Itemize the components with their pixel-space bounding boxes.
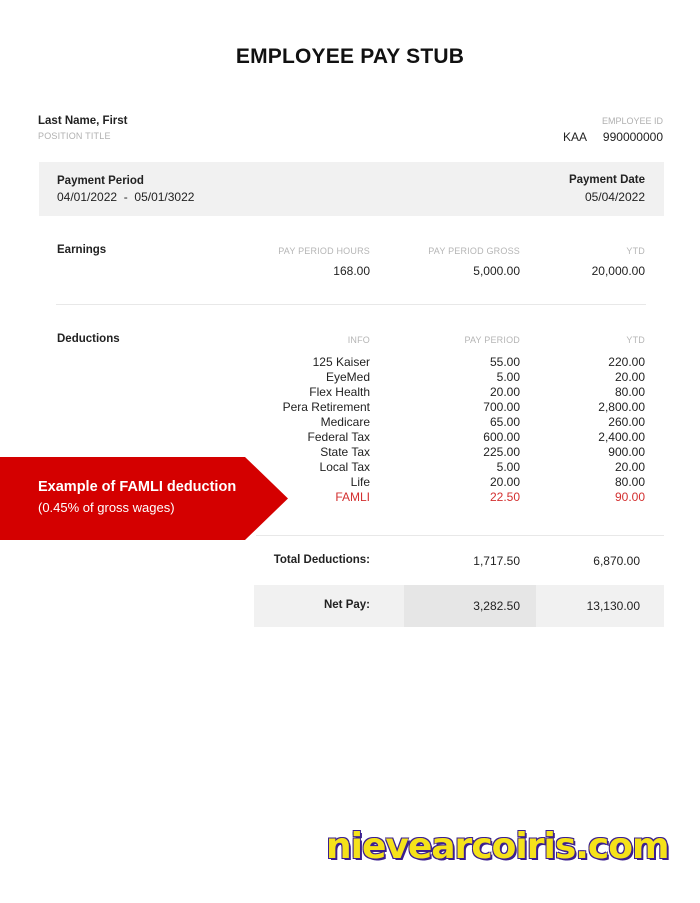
payment-period-label: Payment Period: [57, 175, 144, 187]
payment-period-box: [39, 162, 664, 216]
deductions-header-period: PAY PERIOD: [464, 335, 520, 345]
deduction-ytd: 20.00: [614, 370, 645, 384]
payment-period-value: 04/01/2022 - 05/01/3022: [57, 190, 195, 204]
famli-callout-banner: [0, 457, 288, 540]
deductions-header-info: INFO: [347, 335, 370, 345]
deduction-ytd: 260.00: [608, 415, 645, 429]
deductions-header-ytd: YTD: [626, 335, 645, 345]
site-watermark: nievearcoiris.com: [326, 826, 670, 867]
deduction-ytd-famli: 90.00: [614, 490, 645, 504]
totals-divider: [256, 535, 664, 536]
payment-date-label: Payment Date: [568, 174, 645, 186]
earnings-label: Earnings: [57, 244, 107, 256]
earnings-gross: 5,000.00: [473, 264, 520, 278]
earnings-header-hours: PAY PERIOD HOURS: [278, 246, 370, 256]
total-deductions-label: Total Deductions:: [273, 554, 370, 566]
page-title: EMPLOYEE PAY STUB: [235, 45, 465, 68]
total-deductions-ytd: 6,870.00: [593, 554, 640, 568]
employee-id-label: EMPLOYEE ID: [601, 116, 663, 126]
total-deductions-period: 1,717.50: [473, 554, 520, 568]
earnings-ytd: 20,000.00: [591, 264, 645, 278]
deduction-ytd: 900.00: [608, 445, 645, 459]
net-pay-label: Net Pay:: [323, 599, 370, 611]
net-pay-ytd: 13,130.00: [586, 599, 640, 613]
deduction-ytd: 80.00: [614, 385, 645, 399]
employee-name: Last Name, First: [38, 115, 128, 127]
deduction-ytd: 220.00: [608, 355, 645, 369]
deduction-ytd-list: 220.00 20.00 80.00 2,800.00 260.00 2,400…: [385, 355, 645, 505]
earnings-hours: 168.00: [333, 264, 370, 278]
deductions-label: Deductions: [57, 333, 120, 345]
deduction-ytd: 2,400.00: [598, 430, 645, 444]
deduction-ytd: 2,800.00: [598, 400, 645, 414]
payment-date-value: 05/04/2022: [584, 190, 645, 204]
section-divider: [56, 304, 646, 305]
earnings-header-ytd: YTD: [626, 246, 645, 256]
deduction-ytd: 80.00: [614, 475, 645, 489]
deduction-ytd: 20.00: [614, 460, 645, 474]
net-pay-period: 3,282.50: [473, 599, 520, 613]
position-title: POSITION TITLE: [38, 131, 111, 141]
employee-code: KAA: [563, 130, 588, 144]
famli-callout-subtitle: (0.45% of gross wages): [38, 500, 175, 515]
famli-callout-title: Example of FAMLI deduction: [38, 479, 237, 495]
earnings-header-gross: PAY PERIOD GROSS: [428, 246, 520, 256]
employee-id: 990000000: [602, 130, 663, 144]
